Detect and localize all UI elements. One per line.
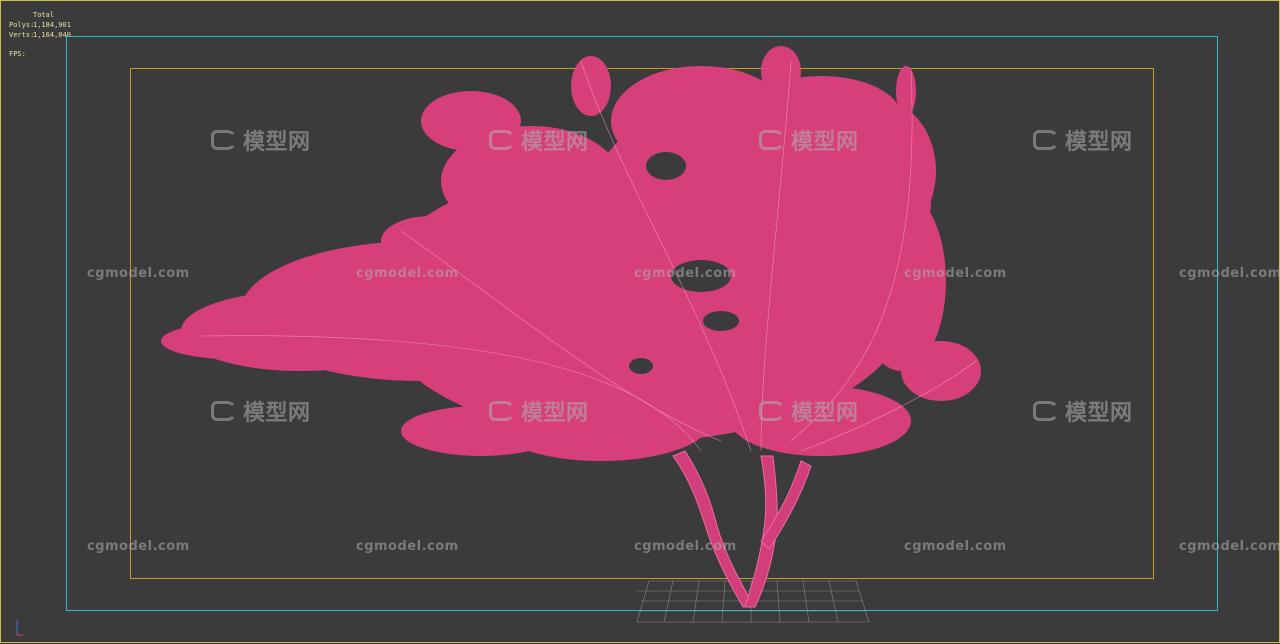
cg-logo-icon — [211, 130, 237, 150]
watermark-logo: 模型网 — [1033, 395, 1133, 427]
watermark-site: cgmodel.com — [356, 539, 459, 554]
watermark-site: cgmodel.com — [634, 539, 737, 554]
watermark-logo: 模型网 — [489, 395, 589, 427]
cg-logo-icon — [1033, 401, 1059, 421]
axis-tripod-icon — [16, 620, 23, 636]
cg-logo-icon — [1033, 130, 1059, 150]
watermark-logo-text: 模型网 — [1065, 130, 1133, 155]
cg-logo-icon — [211, 401, 237, 421]
cg-logo-icon — [489, 130, 515, 150]
watermark-logo: 模型网 — [211, 395, 311, 427]
watermark-logo: 模型网 — [759, 395, 859, 427]
watermark-site: cgmodel.com — [634, 266, 737, 281]
watermark-logo-text: 模型网 — [1065, 401, 1133, 426]
watermark-logo-text: 模型网 — [243, 401, 311, 426]
watermark-logo-text: 模型网 — [521, 130, 589, 155]
watermark-logo-text: 模型网 — [791, 130, 859, 155]
watermark-logo-text: 模型网 — [521, 401, 589, 426]
cg-logo-icon — [759, 130, 785, 150]
watermark-site: cgmodel.com — [1179, 266, 1280, 281]
tree-trunk — [672, 450, 812, 608]
watermark-logo-text: 模型网 — [791, 401, 859, 426]
watermark-site: cgmodel.com — [87, 266, 190, 281]
cg-logo-icon — [489, 401, 515, 421]
watermark-logo: 模型网 — [489, 124, 589, 156]
watermark-site: cgmodel.com — [1179, 539, 1280, 554]
watermark-site: cgmodel.com — [904, 266, 1007, 281]
3d-viewport[interactable]: Total Polys: 1,184,901 Verts: 1,164,040 … — [0, 0, 1280, 643]
watermark-logo-text: 模型网 — [243, 130, 311, 155]
watermark-site: cgmodel.com — [87, 539, 190, 554]
cg-logo-icon — [759, 401, 785, 421]
watermark-logo: 模型网 — [1033, 124, 1133, 156]
watermark-site: cgmodel.com — [356, 266, 459, 281]
watermark-logo: 模型网 — [759, 124, 859, 156]
watermark-logo: 模型网 — [211, 124, 311, 156]
watermark-site: cgmodel.com — [904, 539, 1007, 554]
